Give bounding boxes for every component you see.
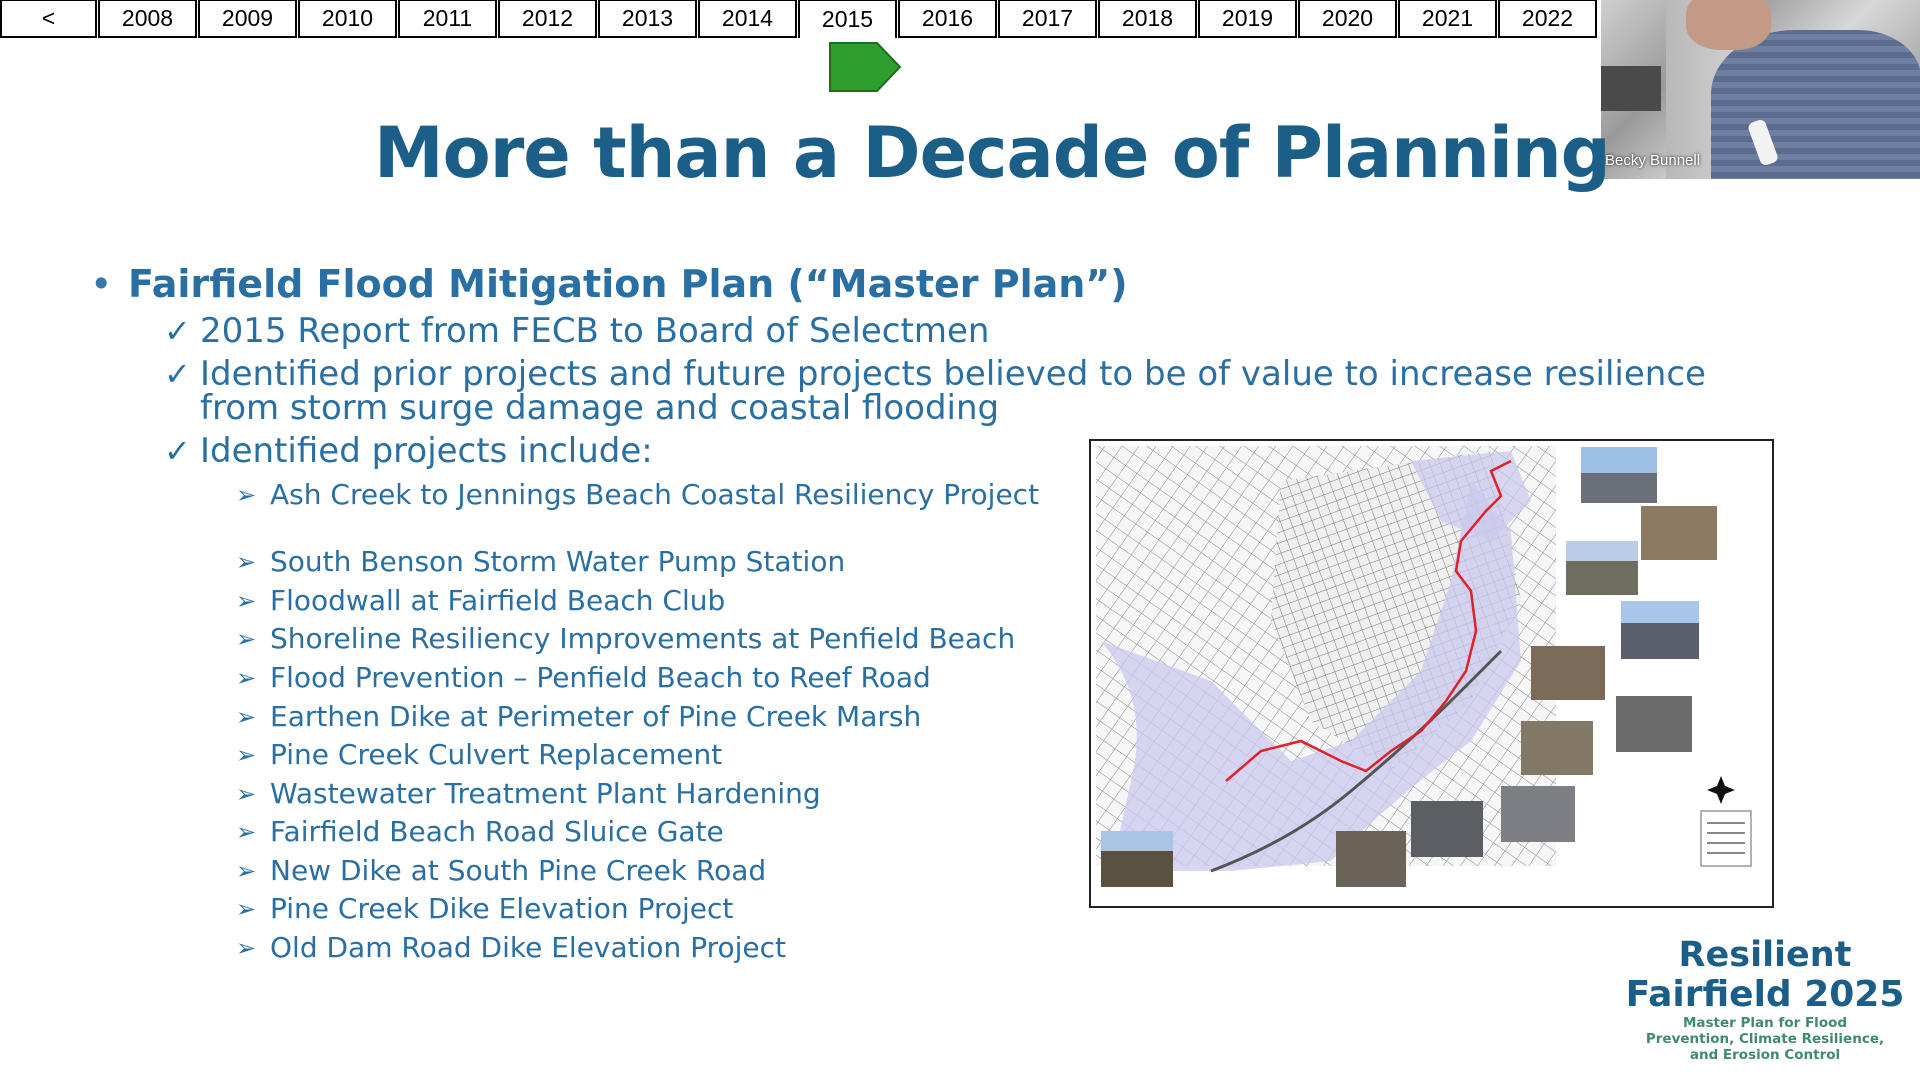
logo-line-1: Resilient bbox=[1678, 935, 1852, 975]
project-list-item: ➢ Flood Prevention – Penfield Beach to R… bbox=[236, 663, 931, 693]
project-list-item: ➢ Pine Creek Dike Elevation Project bbox=[236, 894, 733, 924]
map-photo bbox=[1641, 506, 1717, 560]
bullet-dot-icon: • bbox=[90, 262, 113, 306]
main-bullet: • Fairfield Flood Mitigation Plan (“Mast… bbox=[90, 262, 1128, 306]
map-photo bbox=[1616, 696, 1692, 752]
arrow-bullet-icon: ➢ bbox=[236, 664, 257, 692]
project-text: Earthen Dike at Perimeter of Pine Creek … bbox=[270, 700, 922, 733]
timeline-year-2012[interactable]: 2012 bbox=[498, 0, 597, 38]
project-text: Pine Creek Dike Elevation Project bbox=[270, 892, 734, 925]
project-list-item: ➢ Fairfield Beach Road Sluice Gate bbox=[236, 817, 724, 847]
timeline-year-2021[interactable]: 2021 bbox=[1398, 0, 1497, 38]
check-item-text: Identified projects include: bbox=[200, 431, 653, 471]
arrow-bullet-icon: ➢ bbox=[236, 934, 257, 962]
arrow-right-marker-icon bbox=[829, 42, 901, 92]
timeline-back-button[interactable]: < bbox=[0, 0, 97, 38]
project-list-item: ➢ Shoreline Resiliency Improvements at P… bbox=[236, 624, 1015, 654]
video-person-head bbox=[1686, 0, 1771, 50]
project-list-item: ➢ Wastewater Treatment Plant Hardening bbox=[236, 779, 821, 809]
arrow-bullet-icon: ➢ bbox=[236, 587, 257, 615]
project-text: New Dike at South Pine Creek Road bbox=[270, 854, 767, 887]
participant-name-label: Becky Bunnell bbox=[1605, 152, 1701, 169]
project-text: Wastewater Treatment Plant Hardening bbox=[270, 777, 821, 810]
timeline-year-2011[interactable]: 2011 bbox=[398, 0, 497, 38]
arrow-bullet-icon: ➢ bbox=[236, 625, 257, 653]
project-list-item: ➢ Earthen Dike at Perimeter of Pine Cree… bbox=[236, 702, 921, 732]
arrow-bullet-icon: ➢ bbox=[236, 895, 257, 923]
checkmark-icon: ✓ bbox=[164, 312, 191, 350]
map-photo bbox=[1566, 541, 1638, 561]
timeline-year-2018[interactable]: 2018 bbox=[1098, 0, 1197, 38]
check-item: ✓ Identified projects include: bbox=[164, 434, 653, 468]
arrow-bullet-icon: ➢ bbox=[236, 481, 257, 509]
project-list-item: ➢ South Benson Storm Water Pump Station bbox=[236, 547, 845, 577]
map-photo bbox=[1531, 646, 1605, 700]
project-text: Ash Creek to Jennings Beach Coastal Resi… bbox=[270, 478, 1040, 511]
timeline-tabs: < 2008 2009 2010 2011 2012 2013 2014 201… bbox=[0, 0, 1598, 38]
check-item: ✓ 2015 Report from FECB to Board of Sele… bbox=[164, 314, 989, 348]
timeline-year-2019[interactable]: 2019 bbox=[1198, 0, 1297, 38]
timeline-year-2015[interactable]: 2015 bbox=[798, 0, 897, 38]
slide-title: More than a Decade of Planning bbox=[374, 112, 1611, 194]
timeline-year-2020[interactable]: 2020 bbox=[1298, 0, 1397, 38]
timeline-year-2010[interactable]: 2010 bbox=[298, 0, 397, 38]
map-photo bbox=[1101, 831, 1173, 851]
project-text: Pine Creek Culvert Replacement bbox=[270, 738, 723, 771]
participant-video[interactable]: Becky Bunnell bbox=[1601, 0, 1920, 179]
map-photo bbox=[1521, 721, 1593, 775]
flood-plan-map bbox=[1089, 439, 1774, 908]
logo-tagline-2: Prevention, Climate Resilience, bbox=[1645, 1031, 1885, 1047]
project-text: Flood Prevention – Penfield Beach to Ree… bbox=[270, 661, 931, 694]
check-item: ✓ Identified prior projects and future p… bbox=[164, 357, 1804, 425]
main-bullet-text: Fairfield Flood Mitigation Plan (“Master… bbox=[128, 262, 1128, 306]
project-text: Shoreline Resiliency Improvements at Pen… bbox=[270, 622, 1016, 655]
project-list-item: ➢ Floodwall at Fairfield Beach Club bbox=[236, 586, 725, 616]
project-text: Floodwall at Fairfield Beach Club bbox=[270, 584, 726, 617]
map-legend bbox=[1700, 810, 1752, 867]
checkmark-icon: ✓ bbox=[164, 355, 191, 393]
map-photo bbox=[1411, 801, 1483, 857]
resilient-fairfield-logo: Resilient Fairfield 2025 Master Plan for… bbox=[1620, 935, 1910, 1063]
timeline-year-2013[interactable]: 2013 bbox=[598, 0, 697, 38]
project-text: South Benson Storm Water Pump Station bbox=[270, 545, 846, 578]
timeline-year-2016[interactable]: 2016 bbox=[898, 0, 997, 38]
video-person bbox=[1711, 30, 1920, 179]
project-list-item: ➢ Ash Creek to Jennings Beach Coastal Re… bbox=[236, 480, 1050, 510]
project-list-item: ➢ New Dike at South Pine Creek Road bbox=[236, 856, 766, 886]
timeline-year-2008[interactable]: 2008 bbox=[98, 0, 197, 38]
video-background-cabinet bbox=[1601, 66, 1661, 111]
timeline-year-2022[interactable]: 2022 bbox=[1498, 0, 1597, 38]
map-photo bbox=[1336, 831, 1406, 887]
timeline-year-2009[interactable]: 2009 bbox=[198, 0, 297, 38]
arrow-bullet-icon: ➢ bbox=[236, 703, 257, 731]
arrow-bullet-icon: ➢ bbox=[236, 741, 257, 769]
project-text: Old Dam Road Dike Elevation Project bbox=[270, 931, 786, 964]
map-photo bbox=[1501, 786, 1575, 842]
checkmark-icon: ✓ bbox=[164, 432, 191, 470]
timeline-year-2014[interactable]: 2014 bbox=[698, 0, 797, 38]
check-item-text: Identified prior projects and future pro… bbox=[200, 354, 1706, 428]
logo-line-2: Fairfield 2025 bbox=[1625, 974, 1905, 1015]
map-photo bbox=[1621, 601, 1699, 623]
logo-tagline-1: Master Plan for Flood bbox=[1682, 1015, 1848, 1031]
logo-tagline-3: and Erosion Control bbox=[1689, 1047, 1841, 1063]
project-text: Fairfield Beach Road Sluice Gate bbox=[270, 815, 724, 848]
arrow-bullet-icon: ➢ bbox=[236, 818, 257, 846]
timeline-year-2017[interactable]: 2017 bbox=[998, 0, 1097, 38]
project-list-item: ➢ Pine Creek Culvert Replacement bbox=[236, 740, 722, 770]
map-photo bbox=[1581, 447, 1657, 473]
arrow-bullet-icon: ➢ bbox=[236, 780, 257, 808]
arrow-bullet-icon: ➢ bbox=[236, 548, 257, 576]
check-item-text: 2015 Report from FECB to Board of Select… bbox=[200, 311, 990, 351]
arrow-bullet-icon: ➢ bbox=[236, 857, 257, 885]
project-list-item: ➢ Old Dam Road Dike Elevation Project bbox=[236, 933, 786, 963]
